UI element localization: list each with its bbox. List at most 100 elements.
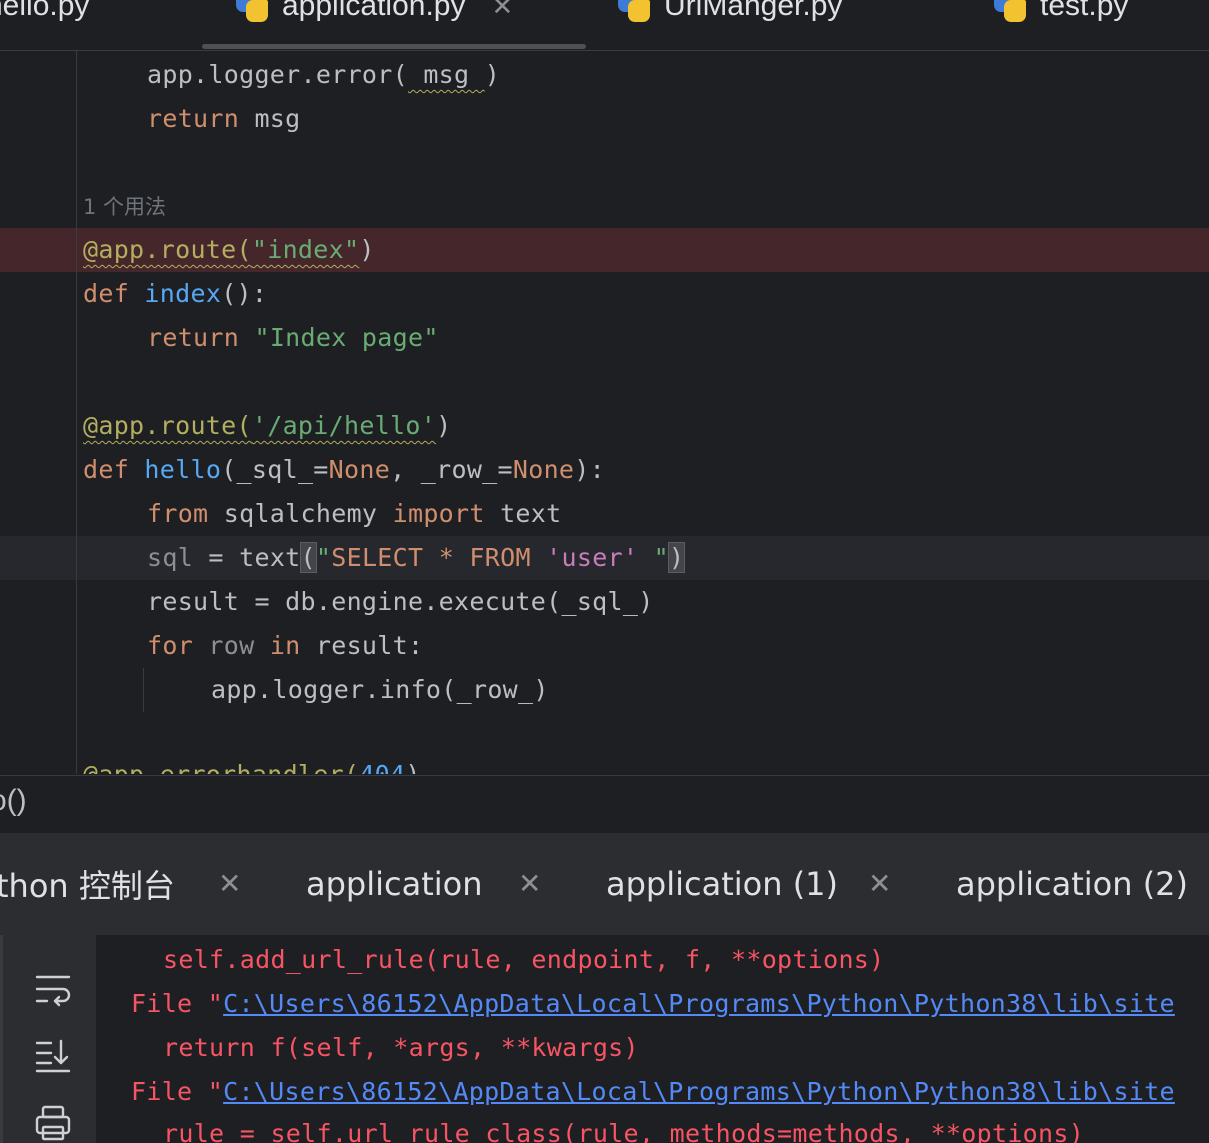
tab-test-py[interactable]: test.py (992, 0, 1128, 26)
close-icon[interactable]: ✕ (491, 0, 513, 22)
code-line: sql = text("SELECT * FROM 'user' ") (147, 536, 686, 580)
code-line: app.logger.error( msg ) (147, 53, 500, 97)
code-token: @app.route( (83, 411, 252, 440)
code-token: import (392, 499, 485, 528)
python-file-icon (616, 0, 652, 24)
code-token: ): (574, 455, 605, 484)
close-icon[interactable]: ✕ (518, 867, 541, 900)
code-line: from sqlalchemy import text (147, 492, 562, 536)
soft-wrap-icon[interactable] (33, 969, 73, 1009)
code-token: "index" (251, 235, 360, 264)
code-line: return "Index page" (147, 316, 439, 360)
tab-application-py[interactable]: application.py ✕ (234, 0, 513, 26)
breadcrumb: o() (0, 775, 1209, 834)
code-token: in (269, 631, 301, 660)
code-token: None (512, 455, 575, 484)
code-token: @app.errorhandler( (83, 760, 359, 774)
code-token: def (83, 455, 130, 484)
tab-label: test.py (1040, 0, 1129, 22)
code-line: @app.route('/api/hello') (83, 404, 451, 448)
console-text: File " (131, 989, 224, 1018)
code-line: @app.errorhandler(404) (83, 753, 421, 774)
code-line: def hello(_sql_=None, _row_=None): (83, 448, 605, 492)
console-line: File "C:\Users\86152\AppData\Local\Progr… (131, 982, 1175, 1026)
editor-tab-bar: hello.py application.py ✕ UrlManger.py t… (0, 0, 1209, 51)
code-token: result: (300, 631, 424, 660)
python-file-icon (992, 0, 1028, 24)
tab-label: application (306, 865, 483, 903)
tab-urlmanger-py[interactable]: UrlManger.py (616, 0, 842, 26)
code-token: from (147, 499, 209, 528)
code-line: result = db.engine.execute(_sql_) (147, 587, 654, 616)
code-token: row (193, 631, 270, 660)
close-icon[interactable]: ✕ (868, 867, 891, 900)
code-token: sql (147, 543, 194, 572)
code-token: (_sql_= (221, 455, 329, 484)
scroll-to-end-icon[interactable] (33, 1035, 73, 1075)
tab-label: application (1) (606, 865, 839, 903)
code-token: return (147, 323, 240, 352)
code-line: def index(): (83, 272, 267, 316)
code-line: for row in result: (147, 624, 423, 668)
code-token: 'user' (546, 543, 639, 572)
code-token: @app.route( (83, 235, 252, 264)
console-output[interactable]: self.add_url_rule(rule, endpoint, f, **o… (0, 935, 1209, 1143)
file-path-link[interactable]: C:\Users\86152\AppData\Local\Programs\Py… (223, 989, 1175, 1018)
code-token: text (484, 499, 562, 528)
tab-application-1[interactable]: application (1) (606, 857, 838, 911)
code-token: "Index page" (254, 323, 439, 352)
tab-label: UrlManger.py (664, 0, 843, 22)
tab-label: application.py (282, 0, 466, 22)
tab-python-console[interactable]: thon 控制台 (0, 857, 175, 911)
code-line: app.logger.info(_row_) (211, 675, 549, 704)
console-toolbar (0, 935, 96, 1143)
tab-label: hello.py (0, 0, 90, 22)
tab-label: application (2) (956, 865, 1189, 903)
code-token: = text (193, 543, 301, 572)
close-icon[interactable]: ✕ (218, 867, 241, 900)
console-text: File " (131, 1077, 224, 1106)
code-token: msg (239, 104, 301, 133)
code-token: ( (299, 542, 317, 573)
tab-label: thon 控制台 (0, 867, 175, 905)
code-token: None (328, 455, 391, 484)
code-token: index (144, 279, 222, 308)
tab-application[interactable]: application (306, 857, 483, 911)
breadcrumb-item[interactable]: o() (0, 784, 27, 818)
code-token: ) (405, 760, 420, 774)
code-token: ) (484, 60, 501, 89)
console-line: File "C:\Users\86152\AppData\Local\Progr… (131, 1070, 1175, 1114)
python-file-icon (234, 0, 270, 24)
code-token: " (315, 543, 332, 572)
usage-hint[interactable]: 1 个用法 (83, 192, 166, 222)
code-token: ) (436, 411, 452, 440)
code-token: sqlalchemy (208, 499, 393, 528)
code-token: def (83, 279, 130, 308)
code-token: , _row_= (390, 455, 513, 484)
code-token: ) (667, 542, 686, 573)
code-token: ) (359, 235, 375, 264)
code-token: msg (407, 60, 485, 89)
print-icon[interactable] (33, 1103, 73, 1143)
tab-application-2[interactable]: application (2) (956, 857, 1188, 911)
code-token: hello (144, 455, 222, 484)
code-token: return (147, 104, 240, 133)
code-token: " (638, 543, 669, 572)
code-editor[interactable]: app.logger.error( msg ) return msg 1 个用法… (0, 51, 1209, 774)
file-path-link[interactable]: C:\Users\86152\AppData\Local\Programs\Py… (223, 1077, 1175, 1106)
run-tool-window-tabs: thon 控制台 ✕ application ✕ application (1)… (0, 833, 1209, 935)
code-token: SELECT * FROM (331, 543, 547, 572)
code-token: 404 (359, 760, 405, 774)
console-line: rule = self.url_rule_class(rule, methods… (163, 1119, 1085, 1143)
code-line: @app.route("index") (83, 228, 375, 272)
indent-guide (143, 668, 144, 712)
code-token: '/api/hello' (251, 411, 437, 440)
console-line: return f(self, *args, **kwargs) (163, 1033, 639, 1062)
active-tab-indicator (202, 44, 586, 49)
gutter-separator (76, 51, 77, 774)
tab-hello-py[interactable]: hello.py (0, 0, 89, 26)
code-token: (): (221, 279, 268, 308)
console-line: self.add_url_rule(rule, endpoint, f, **o… (163, 945, 885, 974)
code-token: for (147, 631, 194, 660)
code-line: return msg (147, 97, 301, 141)
